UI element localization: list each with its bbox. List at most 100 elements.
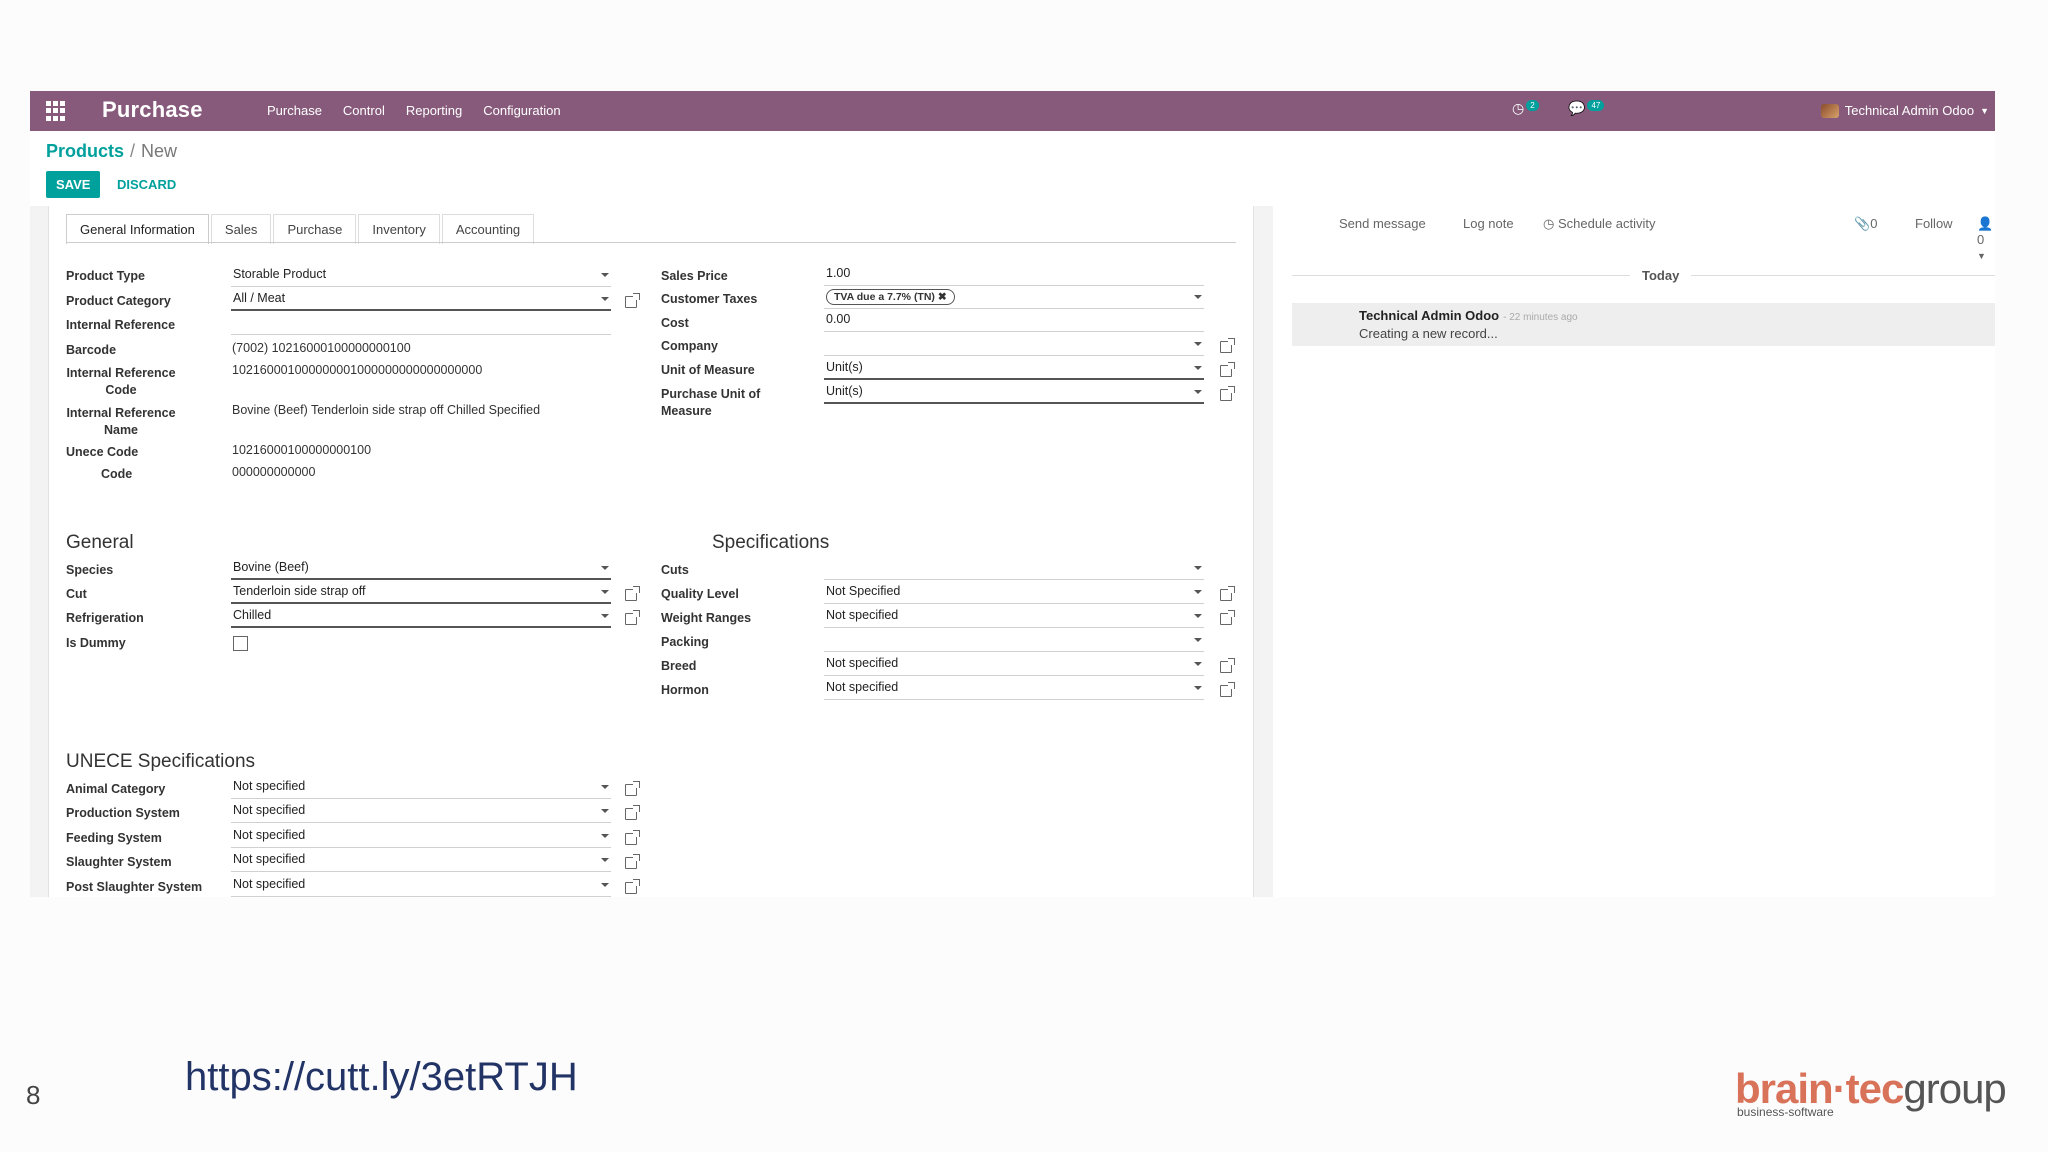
apps-menu-icon[interactable] <box>46 101 66 121</box>
messaging-systray[interactable]: 💬 47 <box>1568 100 1605 117</box>
chatter-message: Technical Admin Odoo - 22 minutes ago Cre… <box>1292 303 1995 346</box>
slide-url-link[interactable]: https://cutt.ly/3etRTJH <box>185 1055 578 1100</box>
chevron-down-icon <box>1194 390 1202 394</box>
activity-systray[interactable]: ◷ 2 <box>1512 100 1539 117</box>
chevron-down-icon <box>1194 295 1202 299</box>
external-link-icon[interactable] <box>625 879 640 894</box>
attachments-count: 0 <box>1870 216 1878 231</box>
schedule-activity-button[interactable]: ◷ Schedule activity <box>1543 216 1656 232</box>
external-link-icon[interactable] <box>625 610 640 625</box>
quality-level-field[interactable]: Not Specified <box>824 580 1204 604</box>
chat-bubble-icon: 💬 <box>1568 100 1586 116</box>
discard-button[interactable]: DISCARD <box>117 177 176 192</box>
paperclip-icon: 📎 <box>1854 216 1871 231</box>
followers-count: 0 <box>1977 232 1985 247</box>
customer-taxes-field[interactable]: TVA due a 7.7% (TN) ✖ <box>824 285 1204 309</box>
hormon-field[interactable]: Not specified <box>824 676 1204 700</box>
external-link-icon[interactable] <box>625 586 640 601</box>
followers-button[interactable]: 👤0 ▼ <box>1977 216 1995 262</box>
form-sheet: General Information Sales Purchase Inven… <box>48 206 1254 897</box>
packing-field[interactable] <box>824 628 1204 652</box>
refrigeration-field[interactable]: Chilled <box>231 604 611 628</box>
menu-configuration[interactable]: Configuration <box>483 103 560 118</box>
top-navbar: Purchase Purchase Control Reporting Conf… <box>30 91 1995 131</box>
label-purchase-uom: Purchase Unit of Measure <box>661 387 761 418</box>
clock-icon: ◷ <box>1543 216 1558 231</box>
presentation-slide: Purchase Purchase Control Reporting Conf… <box>0 0 2048 1152</box>
tab-general-information[interactable]: General Information <box>66 214 209 244</box>
breed-field[interactable]: Not specified <box>824 652 1204 676</box>
external-link-icon[interactable] <box>1220 682 1235 697</box>
product-category-field[interactable]: All / Meat <box>231 287 611 311</box>
chevron-down-icon <box>601 883 609 887</box>
slaughter-system-value: Not specified <box>233 852 306 866</box>
internal-reference-code-value: 102160001000000001000000000000000000 <box>232 363 483 377</box>
label-company: Company <box>661 339 718 353</box>
uom-value: Unit(s) <box>826 360 863 374</box>
label-breed: Breed <box>661 659 697 673</box>
label-product-type: Product Type <box>66 269 145 283</box>
chevron-down-icon <box>1194 638 1202 642</box>
label-cut: Cut <box>66 587 87 601</box>
purchase-uom-value: Unit(s) <box>826 384 863 398</box>
external-link-icon[interactable] <box>625 830 640 845</box>
species-field[interactable]: Bovine (Beef) <box>231 556 611 580</box>
chevron-down-icon <box>1194 662 1202 666</box>
animal-category-field[interactable]: Not specified <box>231 775 611 799</box>
product-type-select[interactable]: Storable Product <box>231 263 611 287</box>
production-system-field[interactable]: Not specified <box>231 799 611 823</box>
cut-field[interactable]: Tenderloin side strap off <box>231 580 611 604</box>
purchase-uom-field[interactable]: Unit(s) <box>824 380 1204 404</box>
user-name: Technical Admin Odoo <box>1844 103 1975 118</box>
sales-price-input[interactable]: 1.00 <box>824 262 1204 286</box>
is-dummy-checkbox[interactable] <box>233 636 248 651</box>
post-slaughter-system-value: Not specified <box>233 877 306 891</box>
breadcrumb-products[interactable]: Products <box>46 141 124 161</box>
save-button[interactable]: SAVE <box>46 171 101 198</box>
tab-inventory[interactable]: Inventory <box>358 214 440 244</box>
weight-ranges-field[interactable]: Not specified <box>824 604 1204 628</box>
tab-accounting[interactable]: Accounting <box>441 214 535 244</box>
label-refrigeration: Refrigeration <box>66 611 144 625</box>
company-field[interactable] <box>824 332 1204 356</box>
logo-group: group <box>1903 1065 2006 1112</box>
avatar <box>1820 103 1839 118</box>
chevron-down-icon <box>1194 366 1202 370</box>
chevron-down-icon: ▼ <box>1977 251 1986 261</box>
label-cuts: Cuts <box>661 563 689 577</box>
close-icon[interactable]: ✖ <box>938 291 947 303</box>
follow-button[interactable]: Follow <box>1915 216 1953 231</box>
post-slaughter-system-field[interactable]: Not specified <box>231 873 611 897</box>
send-message-button[interactable]: Send message <box>1339 216 1426 231</box>
menu-reporting[interactable]: Reporting <box>406 103 462 118</box>
cuts-field[interactable] <box>824 556 1204 580</box>
user-menu[interactable]: Technical Admin Odoo ▼ <box>1820 103 1989 118</box>
message-time: - 22 minutes ago <box>1503 312 1578 323</box>
external-link-icon[interactable] <box>625 805 640 820</box>
external-link-icon[interactable] <box>1220 658 1235 673</box>
cost-input[interactable]: 0.00 <box>824 308 1204 332</box>
tax-tag[interactable]: TVA due a 7.7% (TN) ✖ <box>826 289 955 305</box>
uom-field[interactable]: Unit(s) <box>824 356 1204 380</box>
external-link-icon[interactable] <box>625 854 640 869</box>
chevron-down-icon <box>1194 566 1202 570</box>
external-link-icon[interactable] <box>625 293 640 308</box>
tab-sales[interactable]: Sales <box>210 214 272 244</box>
feeding-system-field[interactable]: Not specified <box>231 824 611 848</box>
external-link-icon[interactable] <box>1220 338 1235 353</box>
animal-category-value: Not specified <box>233 779 306 793</box>
external-link-icon[interactable] <box>1220 610 1235 625</box>
menu-purchase[interactable]: Purchase <box>267 103 322 118</box>
log-note-button[interactable]: Log note <box>1463 216 1514 231</box>
menu-control[interactable]: Control <box>343 103 385 118</box>
external-link-icon[interactable] <box>1220 386 1235 401</box>
product-type-value: Storable Product <box>233 267 327 281</box>
external-link-icon[interactable] <box>1220 362 1235 377</box>
chevron-down-icon <box>601 297 609 301</box>
external-link-icon[interactable] <box>625 781 640 796</box>
tab-purchase[interactable]: Purchase <box>273 214 357 244</box>
attachments-button[interactable]: 📎0 <box>1854 216 1877 232</box>
slaughter-system-field[interactable]: Not specified <box>231 848 611 872</box>
internal-reference-input[interactable] <box>231 311 611 335</box>
external-link-icon[interactable] <box>1220 586 1235 601</box>
